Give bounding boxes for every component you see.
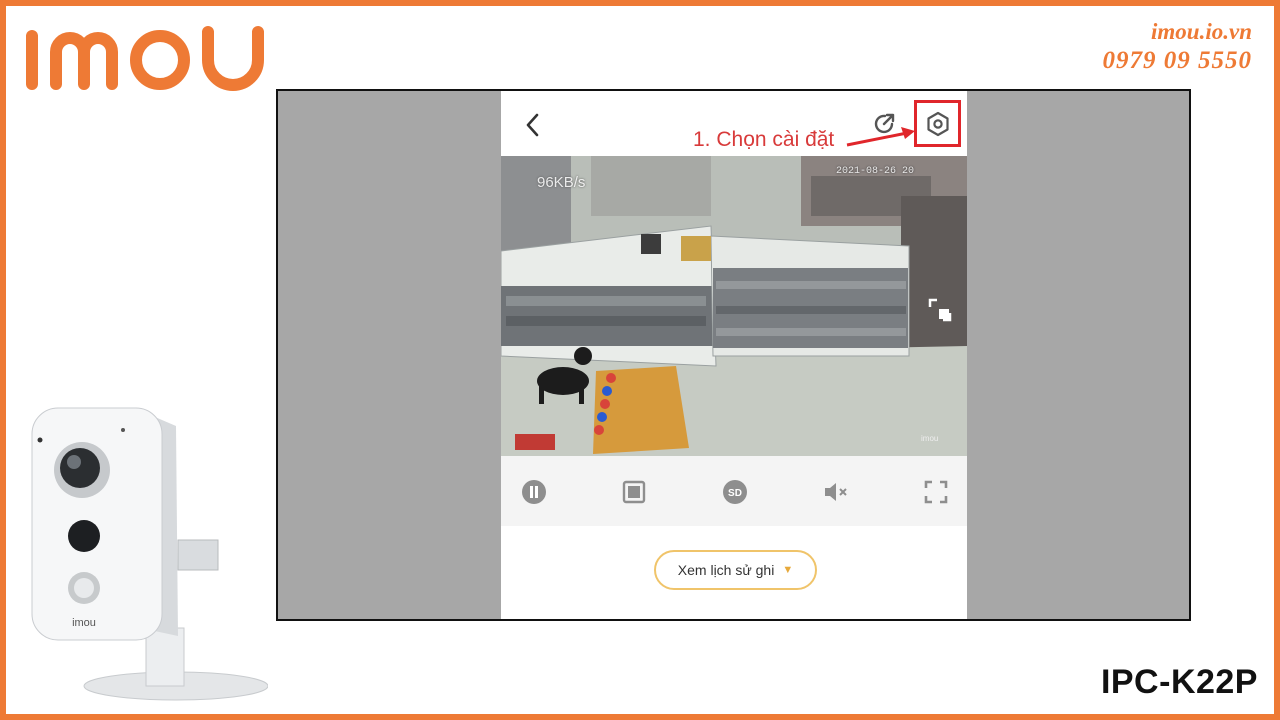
pause-icon[interactable] (520, 478, 548, 506)
sd-quality-icon: SD (723, 480, 747, 504)
phone-number: 0979 09 5550 (1102, 47, 1252, 74)
playback-controls: SD (501, 456, 967, 526)
product-model: IPC-K22P (1100, 663, 1258, 701)
camera-product-image: imou (31, 407, 268, 701)
chevron-down-icon: ▼ (782, 564, 794, 576)
multi-screen-icon[interactable] (620, 478, 648, 506)
settings-icon (926, 111, 949, 136)
svg-text:SD: SD (728, 488, 742, 499)
top-bar: 1. Chọn cài đặt (501, 91, 967, 156)
live-video-feed[interactable]: imou 96KB/s 2021-08-26 20 (501, 156, 967, 456)
phone-app-screen: 1. Chọn cài đặt imou 96KB/s 2021-08-26 2… (501, 91, 967, 619)
view-history-button[interactable]: Xem lịch sử ghi ▼ (654, 550, 817, 590)
back-icon[interactable] (521, 111, 545, 139)
settings-button[interactable] (914, 100, 961, 147)
bitrate-label: 96KB/s (537, 174, 586, 191)
mute-icon[interactable] (821, 478, 849, 506)
view-history-label: Xem lịch sử ghi (677, 562, 775, 578)
sd-quality-button[interactable]: SD (721, 478, 749, 506)
share-icon[interactable] (871, 111, 897, 137)
svg-text:imou: imou (72, 617, 96, 629)
history-section: Xem lịch sử ghi ▼ (501, 526, 967, 619)
app-screenshot: 1. Chọn cài đặt imou 96KB/s 2021-08-26 2… (276, 89, 1191, 621)
website-link[interactable]: imou.io.vn (1103, 18, 1252, 46)
store-scene: imou (501, 156, 967, 456)
enlarge-icon[interactable] (927, 297, 953, 323)
svg-text:imou: imou (921, 434, 938, 443)
annotation-label: 1. Chọn cài đặt (693, 128, 835, 151)
imou-logo (26, 26, 264, 91)
fullscreen-icon[interactable] (922, 478, 950, 506)
contact-info: imou.io.vn 0979 09 5550 (1103, 18, 1253, 76)
video-timestamp: 2021-08-26 20 (836, 166, 915, 177)
